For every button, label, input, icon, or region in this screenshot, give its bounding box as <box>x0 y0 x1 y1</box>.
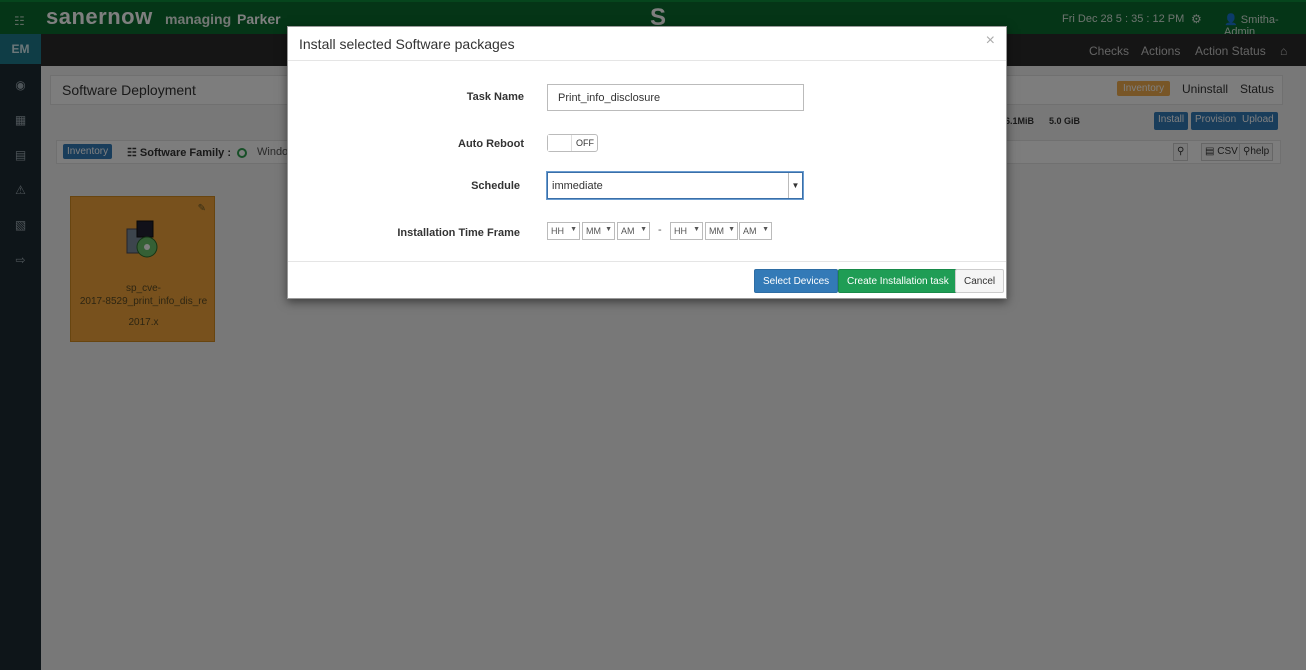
toggle-knob <box>548 135 572 151</box>
chevron-down-icon: ▼ <box>570 226 577 233</box>
end-hour-value: HH <box>674 226 687 236</box>
end-ampm-select[interactable]: AM ▼ <box>739 222 772 240</box>
toggle-state: OFF <box>576 138 594 148</box>
modal-header: Install selected Software packages × <box>288 27 1006 61</box>
chevron-down-icon: ▼ <box>728 226 735 233</box>
chevron-down-icon: ▼ <box>788 173 802 198</box>
modal-title: Install selected Software packages <box>299 36 515 52</box>
time-frame-label: Installation Time Frame <box>397 227 520 239</box>
start-minute-value: MM <box>586 226 601 236</box>
start-ampm-value: AM <box>621 226 635 236</box>
auto-reboot-label: Auto Reboot <box>458 138 524 150</box>
auto-reboot-toggle[interactable]: OFF <box>547 134 598 152</box>
modal-footer-divider <box>288 261 1006 262</box>
start-ampm-select[interactable]: AM ▼ <box>617 222 650 240</box>
chevron-down-icon: ▼ <box>693 226 700 233</box>
start-hour-value: HH <box>551 226 564 236</box>
task-name-input[interactable] <box>547 84 804 111</box>
end-ampm-value: AM <box>743 226 757 236</box>
chevron-down-icon: ▼ <box>640 226 647 233</box>
schedule-select[interactable]: immediate ▼ <box>547 172 803 199</box>
schedule-value: immediate <box>552 180 603 192</box>
select-devices-button[interactable]: Select Devices <box>754 269 839 293</box>
start-hour-select[interactable]: HH ▼ <box>547 222 580 240</box>
chevron-down-icon: ▼ <box>605 226 612 233</box>
task-name-label: Task Name <box>466 91 524 103</box>
end-minute-select[interactable]: MM ▼ <box>705 222 738 240</box>
time-separator: - <box>658 224 662 236</box>
end-minute-value: MM <box>709 226 724 236</box>
create-installation-task-button[interactable]: Create Installation task <box>838 269 958 293</box>
cancel-button[interactable]: Cancel <box>955 269 1005 293</box>
close-icon[interactable]: × <box>986 32 995 50</box>
start-minute-select[interactable]: MM ▼ <box>582 222 615 240</box>
schedule-label: Schedule <box>471 180 520 192</box>
chevron-down-icon: ▼ <box>762 226 769 233</box>
end-hour-select[interactable]: HH ▼ <box>670 222 703 240</box>
install-modal: Install selected Software packages × Tas… <box>287 26 1007 299</box>
